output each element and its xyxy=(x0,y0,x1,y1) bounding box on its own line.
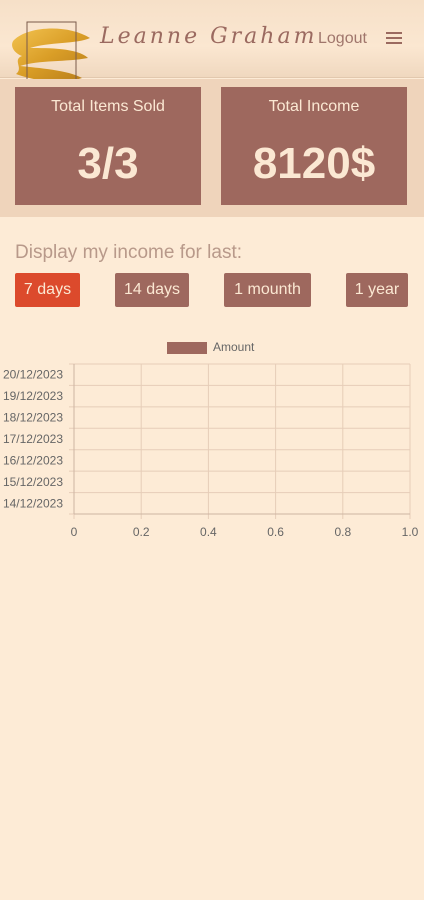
income-chart: Amount 0 0.2 0.4 0.6 0.8 1.0 20/12/2023 19/12/20… xyxy=(3,340,419,539)
legend-label: Amount xyxy=(213,340,255,354)
income-value: 8120$ xyxy=(252,139,376,188)
x-tick-label: 0.4 xyxy=(200,525,217,539)
stats-panel: Total Items Sold 3/3 Total Income 8120$ xyxy=(0,79,424,217)
x-tick-label: 0.6 xyxy=(267,525,284,539)
income-label: Total Income xyxy=(268,98,360,115)
legend-swatch xyxy=(167,342,207,354)
range-1-year-button[interactable]: 1 year xyxy=(346,273,408,307)
y-tick-label: 17/12/2023 xyxy=(3,432,63,446)
range-1-month-button[interactable]: 1 mounth xyxy=(224,273,311,307)
x-tick-label: 0.2 xyxy=(133,525,150,539)
user-name: Leanne Graham xyxy=(100,24,318,49)
items-sold-label: Total Items Sold xyxy=(51,98,165,115)
x-tick-label: 1.0 xyxy=(402,525,419,539)
y-tick-label: 18/12/2023 xyxy=(3,411,63,425)
x-tick-label: 0.8 xyxy=(334,525,351,539)
y-tick-label: 16/12/2023 xyxy=(3,453,63,467)
items-sold-value: 3/3 xyxy=(77,139,139,188)
logout-link[interactable]: Logout xyxy=(318,30,367,48)
range-7-days-button[interactable]: 7 days xyxy=(15,273,80,307)
y-tick-label: 20/12/2023 xyxy=(3,368,63,382)
y-tick-label: 14/12/2023 xyxy=(3,496,63,510)
range-14-days-button[interactable]: 14 days xyxy=(115,273,189,307)
hamburger-menu-icon[interactable] xyxy=(386,32,402,46)
x-tick-label: 0 xyxy=(71,525,78,539)
y-tick-label: 15/12/2023 xyxy=(3,475,63,489)
items-sold-card: Total Items Sold 3/3 xyxy=(15,87,201,205)
income-card: Total Income 8120$ xyxy=(221,87,407,205)
range-title: Display my income for last: xyxy=(15,242,243,263)
y-tick-label: 19/12/2023 xyxy=(3,389,63,403)
app-header: Leanne Graham Logout xyxy=(0,0,424,83)
